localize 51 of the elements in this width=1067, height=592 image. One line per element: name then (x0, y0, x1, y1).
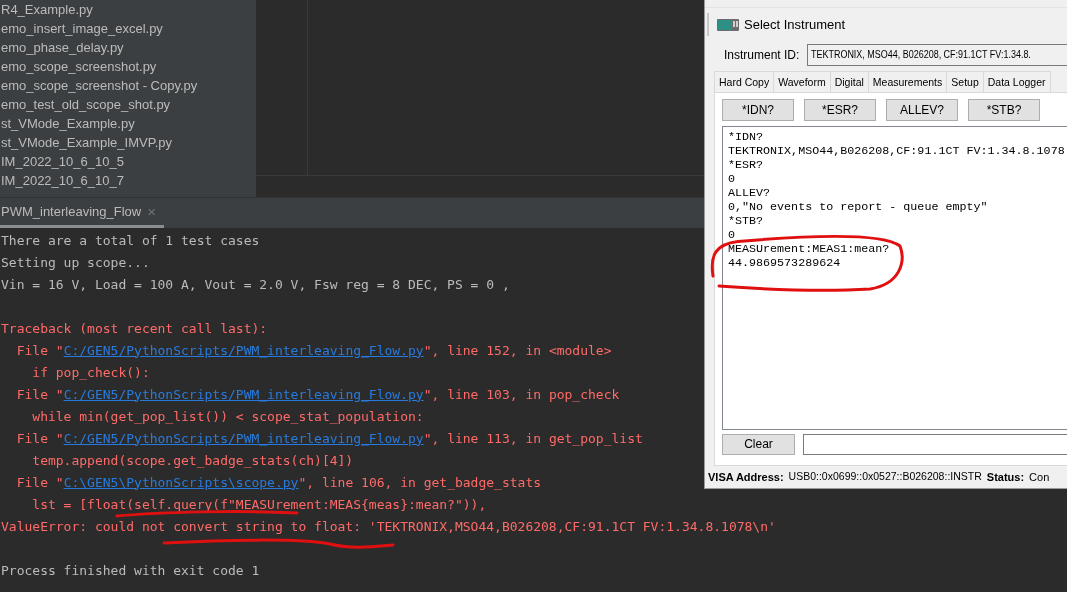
status-value: Con (1029, 469, 1050, 485)
tree-entry[interactable]: st_VMode_Example.py (0, 114, 135, 133)
output-line: *STB? (728, 213, 765, 228)
console-line: while min(get_pop_list()) < scope_stat_population: (31, 408, 424, 424)
output-line: *IDN? (728, 129, 765, 144)
console-line: ValueError: could not convert string to float: 'TEKTRONIX,MSO44,B026208,CF:91.1CT FV:1.34.8.1078\n' (1, 518, 776, 534)
console-line: if pop_check(): (31, 364, 150, 380)
command-field[interactable] (803, 433, 1067, 455)
output-line: MEASUrement:MEAS1:mean? (728, 241, 891, 256)
console-line: File "C:/GEN5/PythonScripts/PWM_interleaving_Flow.py", line 103, in pop_check (15, 386, 620, 402)
instrument-id-label: Instrument ID: (724, 46, 800, 64)
tab[interactable]: Data Logger (982, 70, 1051, 92)
output-line: 0,"No events to report - queue empty" (728, 199, 989, 214)
output-line: TEKTRONIX,MSO44,B026208,CF:91.1CT FV:1.34.8.1078 (728, 143, 1066, 158)
console-line: File "C:/GEN5/PythonScripts/PWM_interleaving_Flow.py", line 152, in <module> (15, 342, 612, 358)
instrument-id-field[interactable]: TEKTRONIX, MSO44, B026208, CF:91.1CT FV:1.34.8. (807, 43, 1067, 66)
output-line: 0 (728, 227, 736, 242)
query-button[interactable]: *ESR? (804, 98, 876, 121)
console-line: temp.append(scope.get_badge_stats(ch)[4]) (31, 452, 354, 468)
tree-entry[interactable]: R4_Example.py (0, 0, 93, 19)
console-line: Traceback (most recent call last): (1, 320, 268, 336)
output-line: 0 (728, 171, 736, 186)
tree-entry[interactable]: st_VMode_Example_IMVP.py (0, 133, 173, 152)
status-label: Status: (986, 469, 1025, 485)
clear-button[interactable]: Clear (722, 433, 795, 455)
console-line: There are a total of 1 test cases (1, 232, 260, 248)
query-button[interactable]: *STB? (968, 98, 1040, 121)
console-line: File "C:/GEN5/PythonScripts/PWM_interleaving_Flow.py", line 113, in get_pop_list (15, 430, 643, 446)
visa-address-label: VISA Address: (708, 469, 784, 485)
console-line: Vin = 16 V, Load = 100 A, Vout = 2.0 V, Fsw reg = 8 DEC, PS = 0 , (1, 276, 510, 292)
tree-entry[interactable]: IM_2022_10_6_10_5 (0, 152, 124, 171)
query-button[interactable]: ALLEV? (886, 98, 958, 121)
console-line: Setting up scope... (1, 254, 150, 270)
console-line: lst = [float(self.query(f"MEASUrement:MEAS{meas}:mean?")), (31, 496, 487, 512)
tree-entry[interactable]: emo_scope_screenshot.py (0, 57, 157, 76)
run-tab[interactable]: PWM_interleaving_Flow × (0, 199, 164, 228)
tree-entry[interactable]: emo_phase_delay.py (0, 38, 124, 57)
tree-entry[interactable]: emo_scope_screenshot - Copy.py (0, 76, 198, 95)
visa-address-value: USB0::0x0699::0x0527::B026208::INSTR (788, 468, 982, 484)
output-line: ALLEV? (728, 185, 772, 200)
tab[interactable]: Hard Copy (714, 70, 775, 92)
output-line: *ESR? (728, 157, 765, 172)
query-button[interactable]: *IDN? (722, 98, 794, 121)
window-title: Select Instrument (744, 16, 846, 35)
oscilloscope-icon (717, 18, 739, 31)
tree-entry[interactable]: emo_insert_image_excel.py (0, 19, 163, 38)
tree-entry[interactable]: IM_2022_10_6_10_7 (0, 171, 124, 190)
output-line: 44.9869573289624 (728, 255, 842, 270)
tree-entry[interactable]: emo_test_old_scope_shot.py (0, 95, 171, 114)
console-line: File "C:\GEN5\PythonScripts\scope.py", line 106, in get_badge_stats (15, 474, 542, 490)
console-line: Process finished with exit code 1 (1, 562, 260, 578)
